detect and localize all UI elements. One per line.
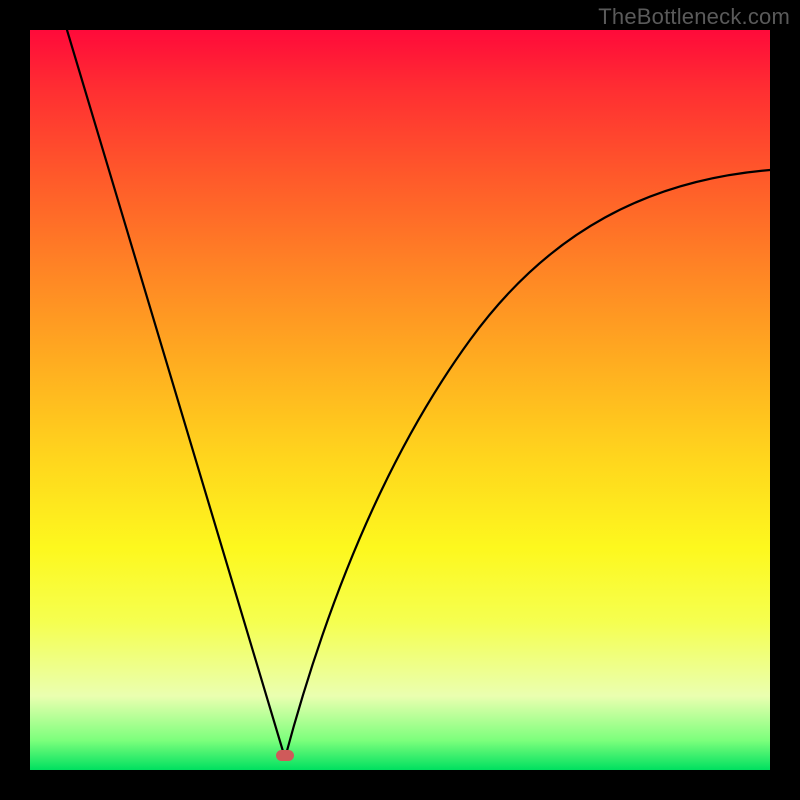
chart-plot-area <box>30 30 770 770</box>
bottleneck-curve-right <box>285 170 770 758</box>
optimum-marker <box>276 750 294 761</box>
watermark-text: TheBottleneck.com <box>598 4 790 30</box>
chart-svg <box>30 30 770 770</box>
bottleneck-curve-left <box>67 30 285 758</box>
